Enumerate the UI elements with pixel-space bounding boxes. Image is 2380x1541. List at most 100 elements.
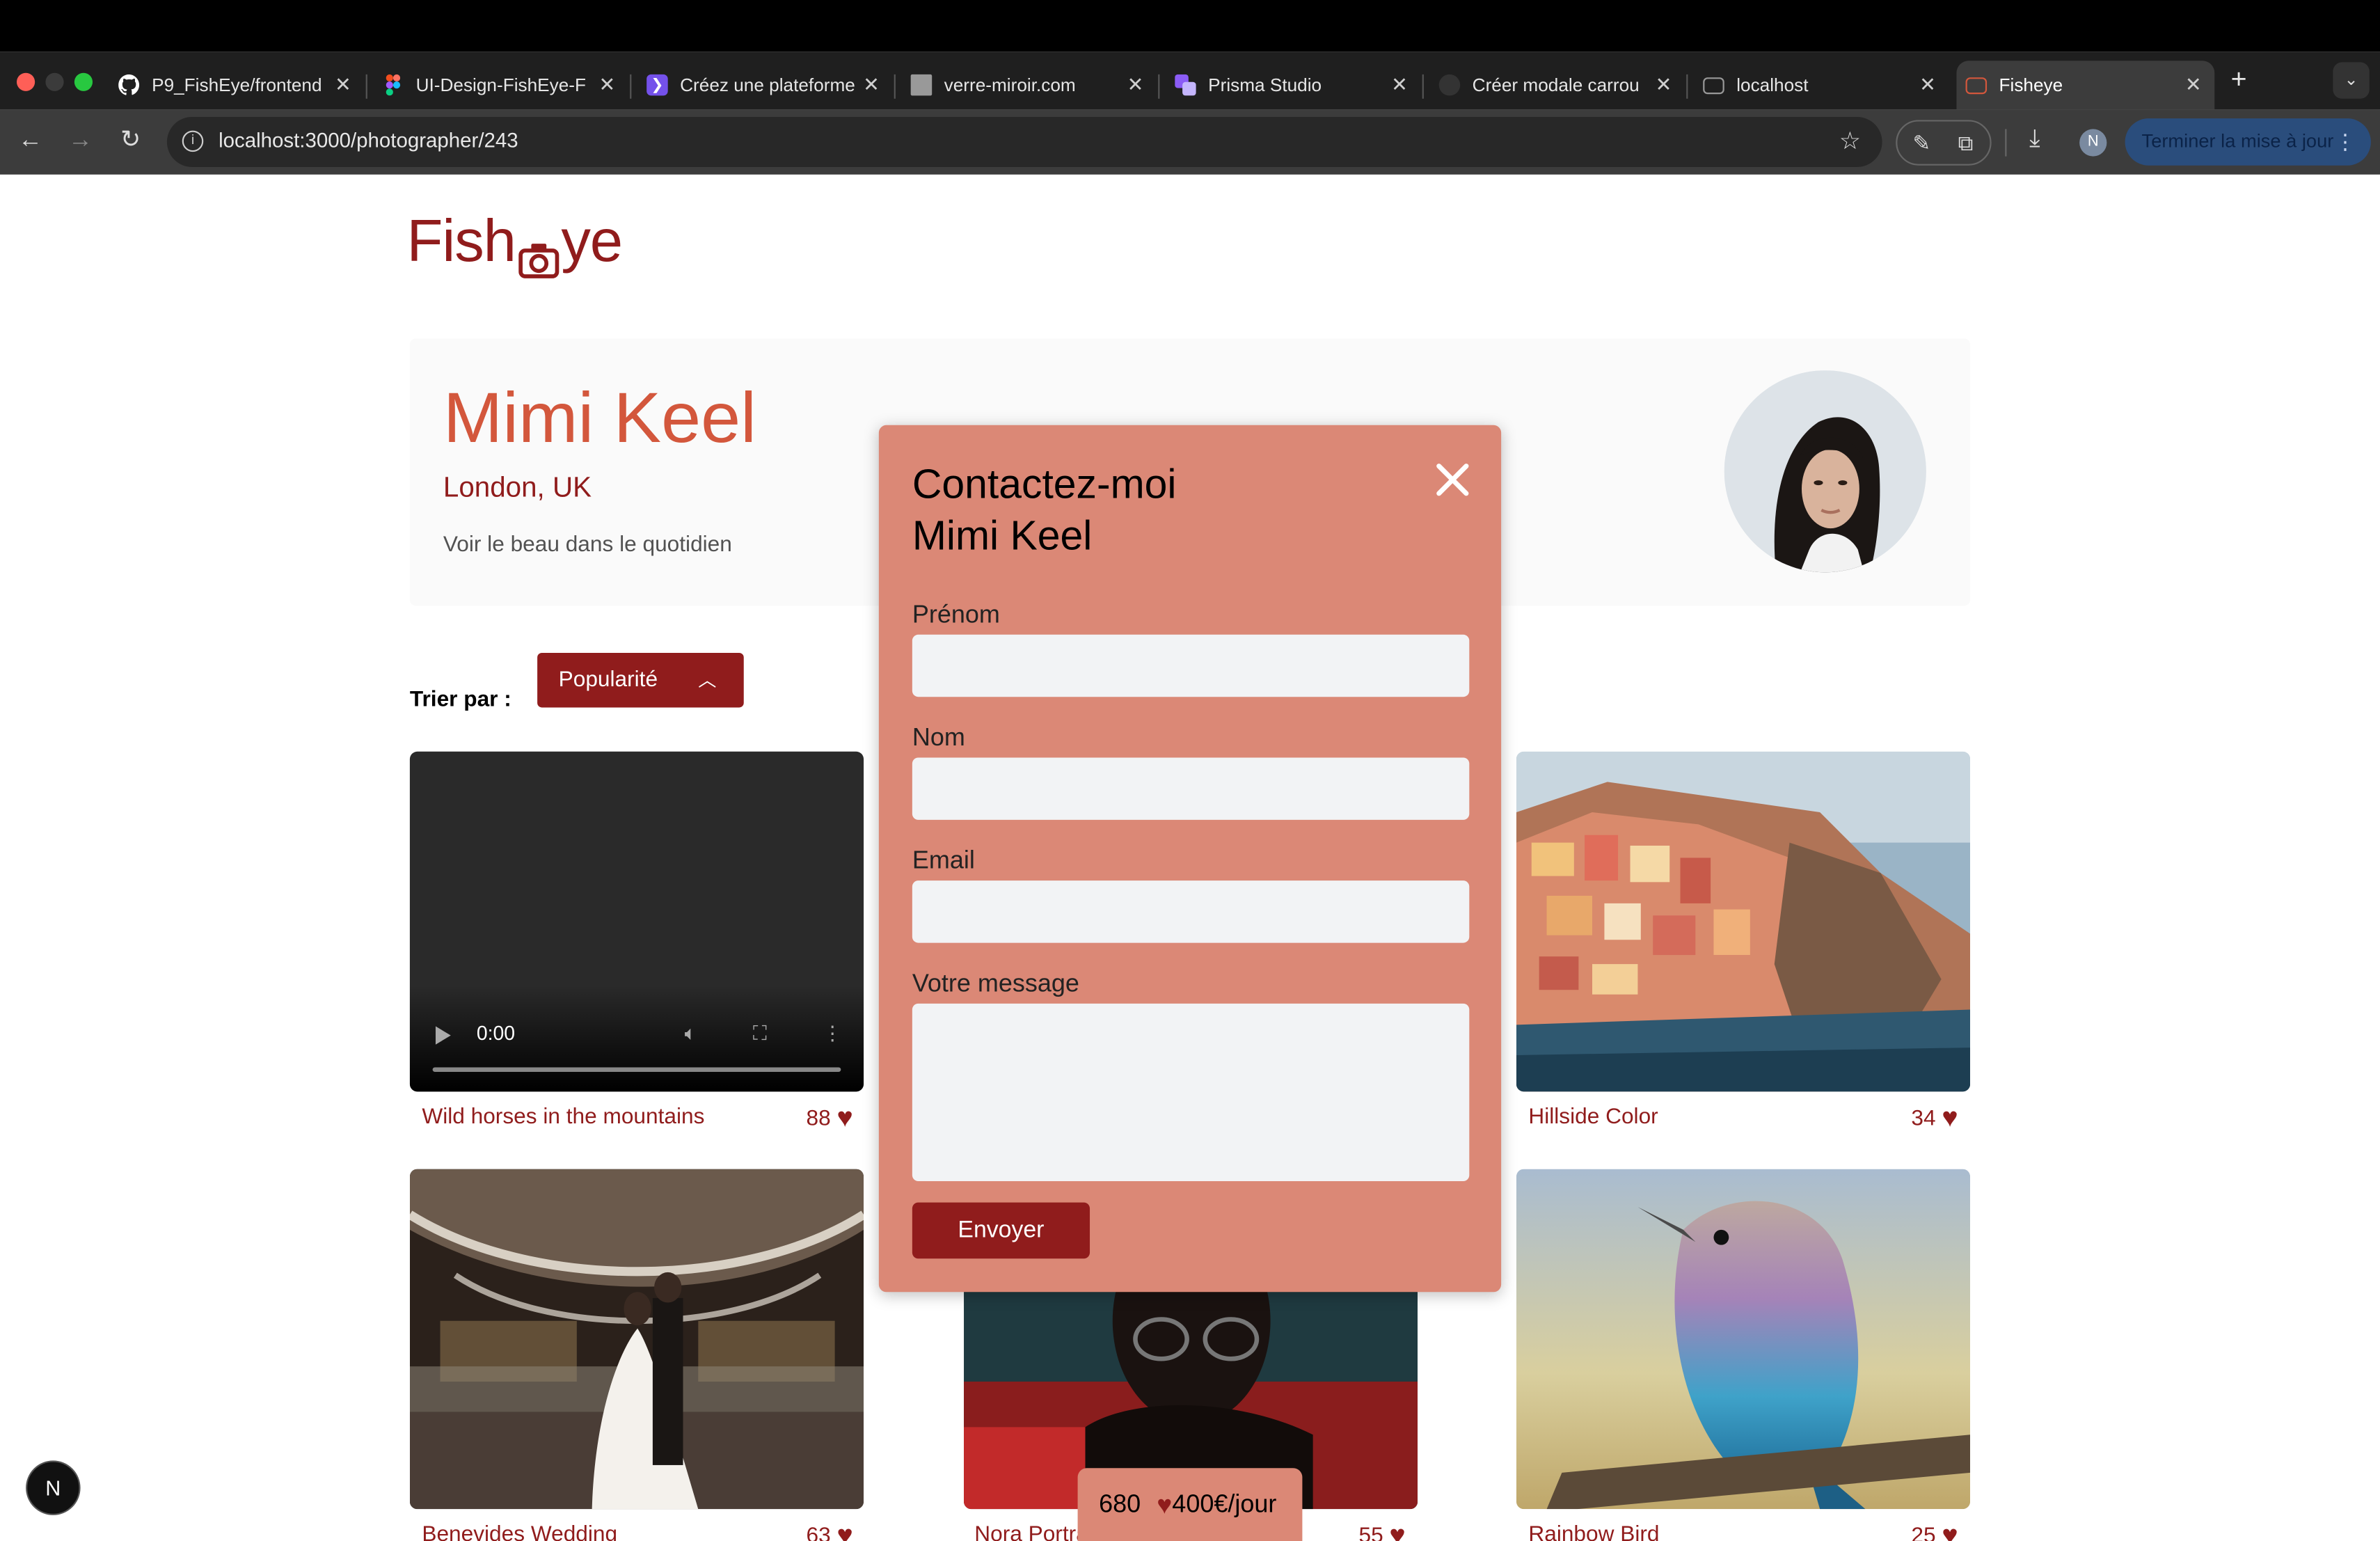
reload-icon[interactable]: ↻ <box>114 125 148 158</box>
first-name-field[interactable] <box>912 634 1470 697</box>
media-likes: 88 ♥ <box>759 1103 853 1135</box>
tab-close-icon[interactable]: ✕ <box>595 73 619 97</box>
photographer-tagline: Voir le beau dans le quotidien <box>443 532 732 558</box>
forward-arrow-icon[interactable]: → <box>64 125 97 158</box>
tab-close-icon[interactable]: ✕ <box>859 73 884 97</box>
browser-tab[interactable]: UI-Design-FishEye-F ✕ <box>374 61 628 109</box>
new-tab-button[interactable]: + <box>2223 64 2254 96</box>
media-title[interactable]: Benevides Wedding <box>422 1523 617 1541</box>
more-menu-icon[interactable]: ⋮ <box>2335 118 2356 166</box>
modal-title-line1: Contactez-moi <box>912 461 1177 507</box>
tab-title: Créez une plateforme <box>680 74 855 96</box>
daily-price: 400€/jour <box>1172 1491 1277 1519</box>
address-bar[interactable]: i localhost:3000/photographer/243 ☆ <box>166 116 1882 167</box>
tab-separator <box>1686 74 1688 99</box>
photographer-location: London, UK <box>443 471 592 503</box>
volume-icon[interactable]: 🔈︎ <box>685 1022 697 1046</box>
edit-extension-icon[interactable]: ✎ <box>1908 129 1935 156</box>
tab-separator <box>1158 74 1160 99</box>
site-icon <box>910 74 933 96</box>
site-info-icon[interactable]: i <box>182 130 204 152</box>
tab-title: Créer modale carrou <box>1472 74 1640 96</box>
url-text[interactable]: localhost:3000/photographer/243 <box>219 129 518 152</box>
fisheye-logo[interactable]: Fish ye <box>406 210 623 278</box>
profile-avatar[interactable]: N <box>2079 129 2107 157</box>
play-icon[interactable] <box>435 1026 451 1045</box>
heart-icon[interactable]: ♥ <box>1389 1519 1405 1541</box>
maximize-window-button[interactable] <box>74 72 93 91</box>
bookmark-star-icon[interactable]: ☆ <box>1839 126 1861 157</box>
modal-title-photographer: Mimi Keel <box>912 513 1093 559</box>
tab-close-icon[interactable]: ✕ <box>1651 73 1676 97</box>
video-progress-bar[interactable] <box>432 1067 841 1072</box>
browser-tab[interactable]: Créer modale carrou ✕ <box>1430 61 1685 109</box>
figma-icon <box>383 74 404 96</box>
close-window-button[interactable] <box>16 72 35 91</box>
media-title[interactable]: Wild horses in the mountains <box>422 1105 704 1130</box>
photographer-page: Fish ye Mimi Keel London, UK Voir le bea… <box>0 174 2380 1541</box>
message-label: Votre message <box>912 970 1079 998</box>
browser-tab[interactable]: Prisma Studio ✕ <box>1166 61 1420 109</box>
nextjs-dev-badge[interactable]: N <box>26 1460 81 1515</box>
tab-title: UI-Design-FishEye-F <box>415 74 586 96</box>
tab-separator <box>365 74 367 99</box>
logo-text-suffix: ye <box>561 210 623 275</box>
browser-tab[interactable]: localhost ✕ <box>1694 61 1949 109</box>
tab-title: P9_FishEye/frontend <box>152 74 322 96</box>
update-chrome-button[interactable]: Terminer la mise à jour ⋮ <box>2125 118 2371 166</box>
media-title[interactable]: Hillside Color <box>1528 1105 1658 1130</box>
video-time: 0:00 <box>476 1022 516 1045</box>
browser-tab[interactable]: P9_FishEye/frontend ✕ <box>109 61 364 109</box>
modal-title: Contactez-moi Mimi Keel <box>912 459 1367 562</box>
update-button-label: Terminer la mise à jour <box>2141 130 2334 152</box>
tab-close-icon[interactable]: ✕ <box>1916 73 1940 97</box>
message-field[interactable] <box>912 1003 1470 1182</box>
browser-tab-strip: P9_FishEye/frontend ✕ UI-Design-FishEye-… <box>0 52 2380 110</box>
close-icon[interactable] <box>1431 459 1474 501</box>
hillside-color-image <box>1516 751 1971 1092</box>
browser-tab[interactable]: verre-miroir.com ✕ <box>902 61 1157 109</box>
media-image[interactable] <box>1516 751 1971 1092</box>
browser-tab[interactable]: ❯ Créez une plateforme ✕ <box>637 61 892 109</box>
media-video[interactable]: 0:00 🔈︎ ⛶ ⋮ <box>409 751 864 1092</box>
tab-close-icon[interactable]: ✕ <box>1388 73 1412 97</box>
like-count: 63 <box>806 1524 831 1541</box>
logo-text-prefix: Fish <box>406 210 516 275</box>
logo-camera-icon <box>517 229 560 278</box>
macos-menu-bar <box>0 0 2380 52</box>
media-image[interactable] <box>1516 1169 1971 1510</box>
fisheye-icon <box>1965 77 1988 94</box>
download-icon[interactable]: ⤓ <box>2029 126 2040 153</box>
sort-dropdown[interactable]: Popularité ︿ <box>537 652 744 708</box>
tab-close-icon[interactable]: ✕ <box>2181 73 2205 97</box>
tab-title: Fisheye <box>1999 74 2063 96</box>
sort-selected-value: Popularité <box>558 667 658 693</box>
puzzle-extension-icon[interactable]: ⧉ <box>1952 129 1979 156</box>
send-button[interactable]: Envoyer <box>912 1202 1090 1259</box>
heart-icon[interactable]: ♥ <box>1942 1103 1958 1133</box>
video-menu-icon[interactable]: ⋮ <box>823 1022 842 1046</box>
browser-tab-active[interactable]: Fisheye ✕ <box>1956 61 2215 110</box>
tab-close-icon[interactable]: ✕ <box>1123 73 1148 97</box>
tab-close-icon[interactable]: ✕ <box>331 73 355 97</box>
heart-icon[interactable]: ♥ <box>836 1519 852 1541</box>
heart-icon[interactable]: ♥ <box>836 1103 852 1133</box>
first-name-label: Prénom <box>912 601 1000 629</box>
media-image[interactable] <box>409 1169 864 1510</box>
heart-icon[interactable]: ♥ <box>1942 1519 1958 1541</box>
tab-search-chevron-icon[interactable]: ⌄ <box>2333 62 2370 99</box>
media-title[interactable]: Rainbow Bird <box>1528 1523 1659 1541</box>
total-likes: 680 <box>1099 1491 1141 1519</box>
photographer-avatar <box>1724 370 1926 573</box>
back-arrow-icon[interactable]: ← <box>14 125 47 158</box>
email-field[interactable] <box>912 880 1470 943</box>
github-icon <box>118 74 140 96</box>
sort-label: Trier par : <box>409 688 511 713</box>
likes-price-bar: 680 ♥400€/jour <box>1077 1468 1303 1541</box>
tab-separator <box>630 74 632 99</box>
fullscreen-icon[interactable]: ⛶ <box>753 1022 767 1046</box>
last-name-field[interactable] <box>912 757 1470 820</box>
minimize-window-button[interactable] <box>45 72 64 91</box>
media-likes: 34 ♥ <box>1864 1103 1958 1135</box>
like-count: 25 <box>1911 1524 1936 1541</box>
